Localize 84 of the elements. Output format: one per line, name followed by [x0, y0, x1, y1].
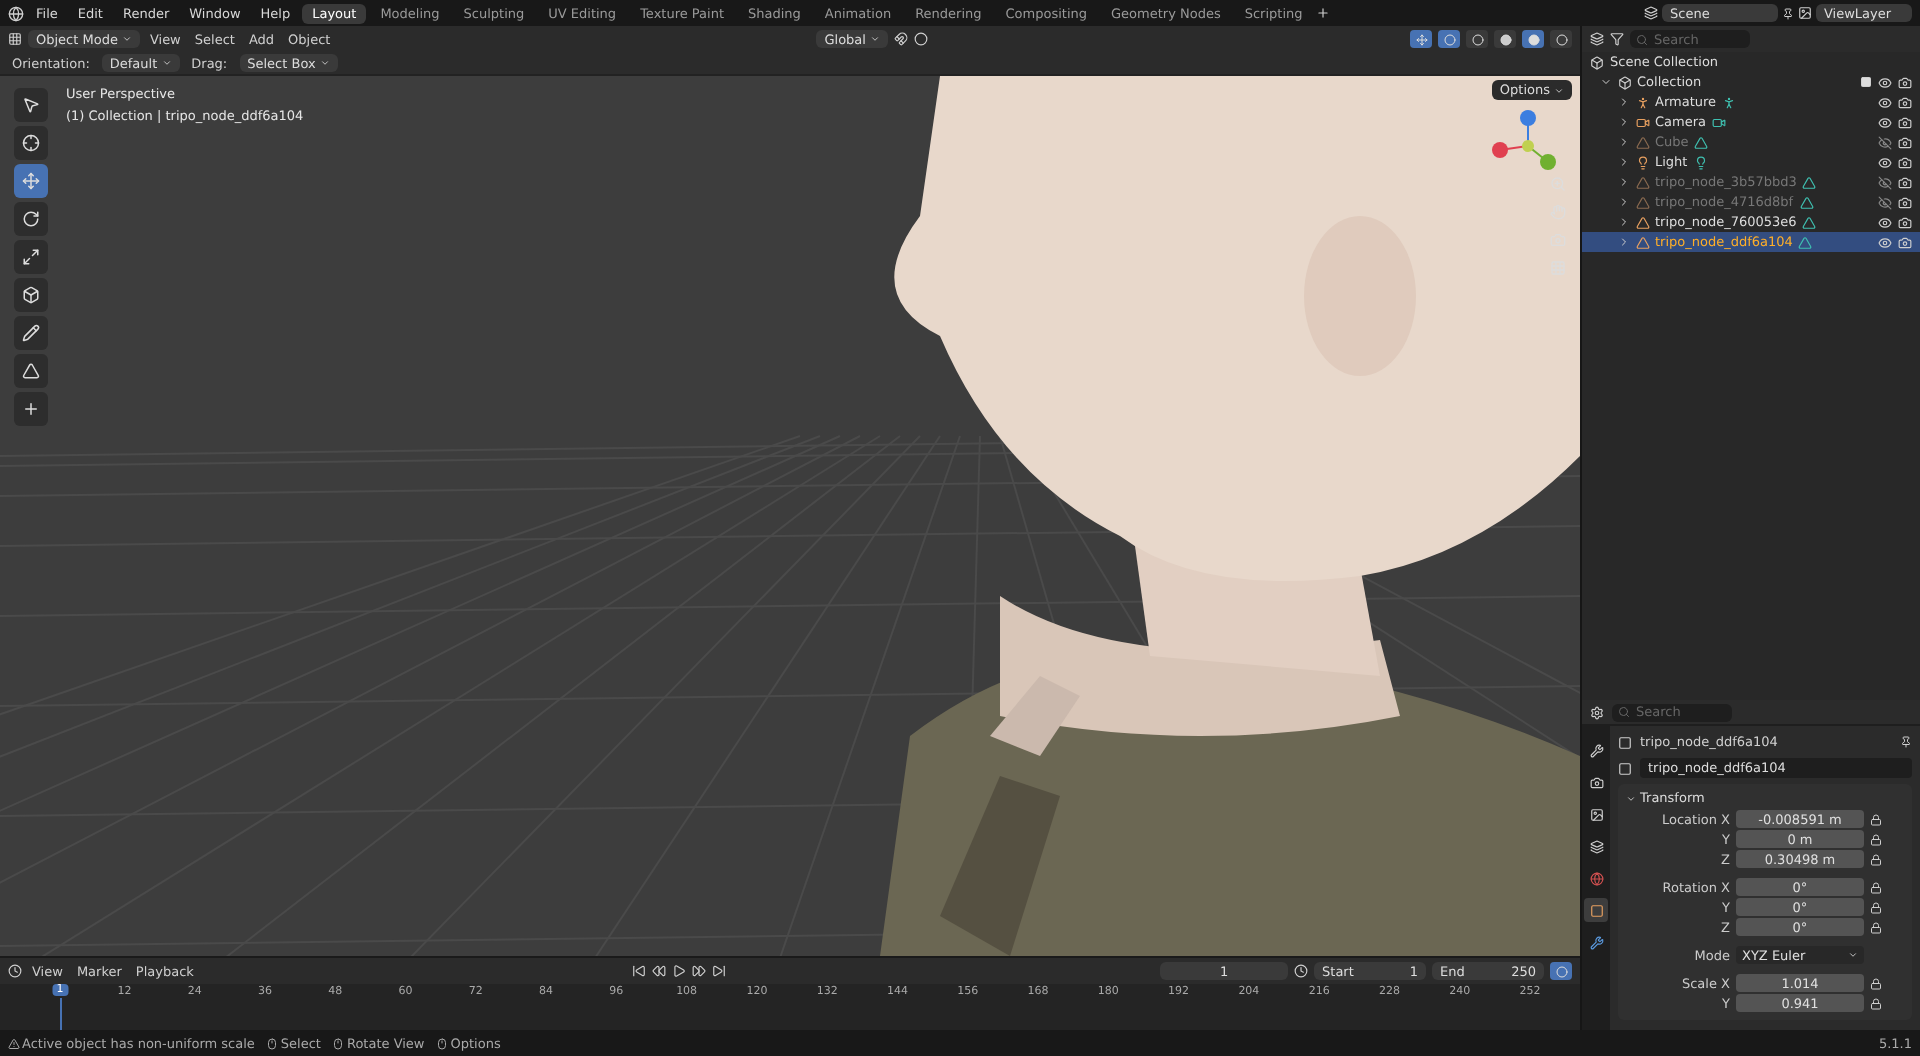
hidden-icon[interactable]: [1878, 195, 1892, 209]
lock-icon[interactable]: [1870, 833, 1882, 845]
render-icon[interactable]: [1898, 175, 1912, 189]
visibility-icon[interactable]: [1878, 95, 1892, 109]
display-mode-icon[interactable]: [1590, 32, 1604, 46]
lock-icon[interactable]: [1870, 901, 1882, 913]
render-icon[interactable]: [1898, 75, 1912, 89]
fast-forward-icon[interactable]: [691, 964, 706, 978]
checkbox[interactable]: [1860, 76, 1872, 88]
render-icon[interactable]: [1898, 195, 1912, 209]
figure-icon: [1635, 95, 1649, 109]
visibility-icon[interactable]: [1878, 75, 1892, 89]
lock-icon[interactable]: [1870, 853, 1882, 865]
proportional-icon[interactable]: [913, 32, 928, 46]
hidden-icon[interactable]: [1878, 135, 1892, 149]
rendered-shading-icon[interactable]: [1550, 30, 1572, 48]
warning-icon: [8, 1037, 20, 1049]
caret-icon: [1554, 85, 1564, 95]
jump-start-icon[interactable]: [631, 964, 646, 978]
caret-icon: [121, 34, 132, 44]
view-layer-icon: [1798, 6, 1812, 20]
keying-icon[interactable]: [1550, 962, 1573, 980]
render-icon[interactable]: [1898, 235, 1912, 249]
mouse-icon: [332, 1037, 345, 1049]
visibility-icon[interactable]: [1878, 155, 1892, 169]
pin-icon[interactable]: [1782, 7, 1794, 19]
overlay-toggle-icon[interactable]: [1438, 30, 1460, 48]
caret-icon: [161, 58, 172, 68]
object-tab-icon[interactable]: [1584, 898, 1608, 922]
render-icon[interactable]: [1898, 95, 1912, 109]
lock-icon[interactable]: [1870, 921, 1882, 933]
visibility-icon[interactable]: [1878, 215, 1892, 229]
data-bulb-icon: [1693, 155, 1708, 169]
render-icon[interactable]: [1898, 155, 1912, 169]
gizmo-toggle-icon[interactable]: [1410, 30, 1432, 48]
lock-icon[interactable]: [1870, 813, 1882, 825]
material-shading-icon[interactable]: [1522, 30, 1544, 48]
select-icon[interactable]: [14, 88, 48, 122]
render-icon[interactable]: [1898, 215, 1912, 229]
play-icon[interactable]: [671, 964, 686, 978]
rewind-icon[interactable]: [651, 964, 666, 978]
caret-icon: [869, 34, 880, 44]
collection-icon: [1590, 55, 1604, 69]
lock-icon[interactable]: [1870, 977, 1882, 989]
search-icon: [1618, 706, 1630, 718]
data-camera-icon: [1712, 115, 1727, 129]
jump-end-icon[interactable]: [711, 964, 726, 978]
add-workspace-icon[interactable]: [1316, 6, 1331, 20]
lock-icon[interactable]: [1870, 997, 1882, 1009]
box-icon[interactable]: [14, 278, 48, 312]
data-figure-icon: [1722, 95, 1737, 109]
mouse-icon: [266, 1037, 279, 1049]
search-icon: [1636, 33, 1648, 45]
scale-icon[interactable]: [14, 240, 48, 274]
bulb-icon: [1635, 155, 1649, 169]
rotate-icon[interactable]: [14, 202, 48, 236]
render-icon[interactable]: [1898, 135, 1912, 149]
triangle-icon: [1635, 135, 1649, 149]
visibility-icon[interactable]: [1878, 115, 1892, 129]
caret-icon: [1848, 950, 1858, 960]
editor-type-icon[interactable]: [1590, 705, 1604, 719]
move-icon[interactable]: [14, 164, 48, 198]
add-icon[interactable]: [14, 392, 48, 426]
editor-type-icon[interactable]: [8, 32, 22, 46]
visibility-icon[interactable]: [1878, 235, 1892, 249]
caret-icon: [1626, 793, 1636, 803]
wireframe-shading-icon[interactable]: [1466, 30, 1488, 48]
crosshair-icon[interactable]: [14, 126, 48, 160]
snap-icon[interactable]: [893, 32, 908, 46]
data-triangle-icon: [1694, 135, 1709, 149]
pencil-icon[interactable]: [14, 316, 48, 350]
pin-icon[interactable]: [1900, 736, 1912, 748]
scene-icon: [1644, 6, 1658, 20]
solid-shading-icon[interactable]: [1494, 30, 1516, 48]
mouse-icon: [436, 1037, 449, 1049]
collection-icon: [1617, 75, 1631, 89]
caret-icon: [319, 58, 330, 68]
hidden-icon[interactable]: [1878, 175, 1892, 189]
set-square-icon[interactable]: [14, 354, 48, 388]
clock-icon[interactable]: [1294, 964, 1309, 978]
filter-icon[interactable]: [1610, 32, 1624, 46]
editor-type-icon[interactable]: [8, 964, 22, 978]
render-icon[interactable]: [1898, 115, 1912, 129]
lock-icon[interactable]: [1870, 881, 1882, 893]
